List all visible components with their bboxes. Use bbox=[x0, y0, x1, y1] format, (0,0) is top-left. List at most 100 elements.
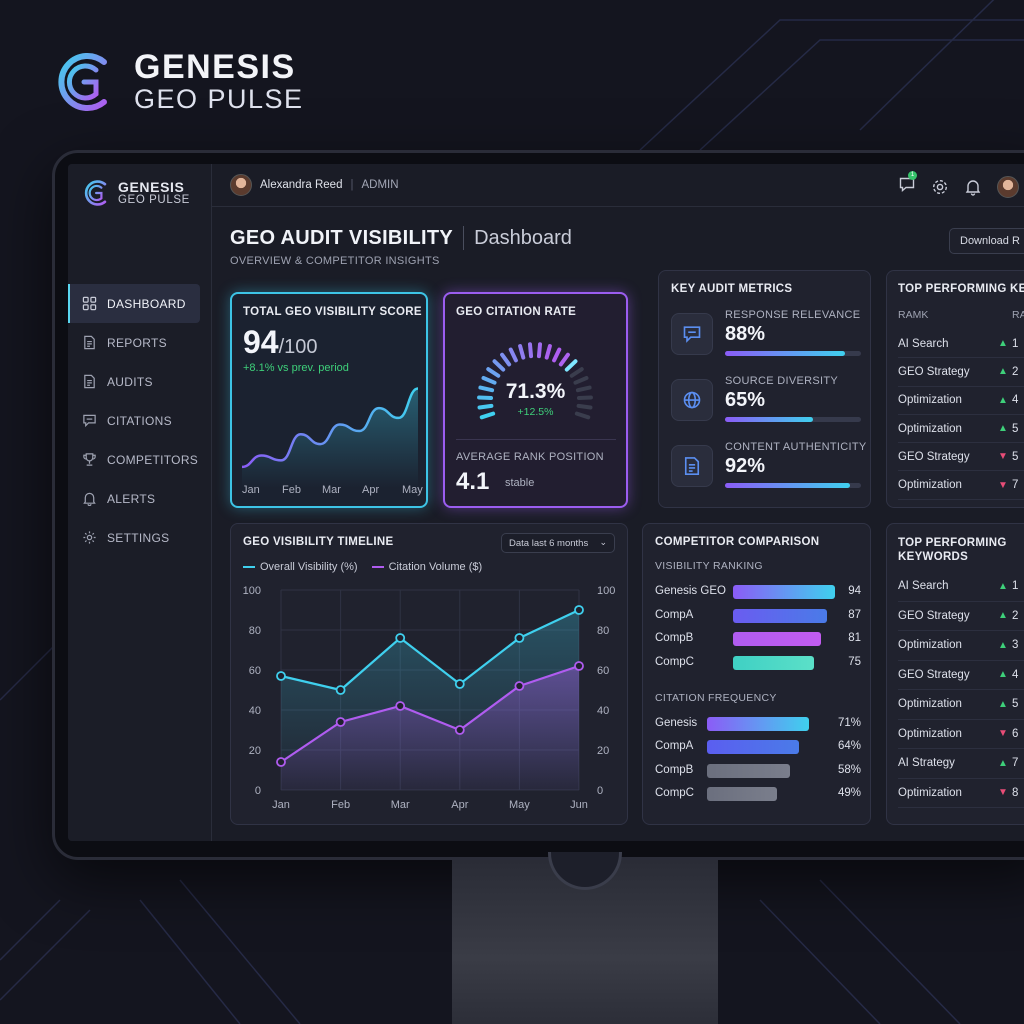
table-row[interactable]: AI Search ▲ 1 bbox=[898, 572, 1024, 602]
sidebar-item-competitors[interactable]: COMPETITORS bbox=[68, 440, 212, 479]
date-range-dropdown[interactable]: Data last 6 months ⌄ bbox=[501, 533, 615, 553]
table-row[interactable]: GEO Strategy ▲ 2 bbox=[898, 602, 1024, 631]
data-point[interactable] bbox=[574, 661, 584, 671]
rank-cell: 5 bbox=[1012, 698, 1019, 711]
globe-icon bbox=[671, 379, 713, 421]
metric-bar-fill bbox=[725, 417, 814, 422]
rank-cell: 7 bbox=[1012, 479, 1019, 492]
legend-label: Citation Volume ($) bbox=[388, 561, 483, 573]
table-row[interactable]: Optimization ▼ 6 bbox=[898, 720, 1024, 749]
metric-bar-fill bbox=[725, 351, 845, 356]
x-tick-label: Jan bbox=[272, 799, 290, 811]
document-icon bbox=[84, 335, 95, 350]
y-tick-label-right: 0 bbox=[597, 785, 603, 797]
table-row[interactable]: Optimization ▲ 5 bbox=[898, 415, 1024, 444]
data-point[interactable] bbox=[514, 633, 525, 643]
bar-row: CompA 64% bbox=[655, 739, 861, 755]
brand-subtitle: GEO PULSE bbox=[134, 84, 304, 114]
data-point[interactable] bbox=[514, 681, 525, 691]
genesis-logo-icon bbox=[84, 180, 107, 208]
data-point[interactable] bbox=[574, 605, 584, 615]
rank-cell: 4 bbox=[1012, 668, 1019, 681]
data-point[interactable] bbox=[276, 757, 286, 767]
genesis-logo-icon bbox=[58, 53, 107, 116]
bar-row: Genesis GEO 94 bbox=[655, 584, 861, 600]
y-tick-label-right: 100 bbox=[597, 585, 615, 597]
data-point[interactable] bbox=[395, 633, 406, 643]
sidebar-item-alerts[interactable]: ALERTS bbox=[68, 479, 212, 518]
bell-icon[interactable] bbox=[964, 178, 982, 196]
month-label: Mar bbox=[322, 484, 341, 496]
table-row[interactable]: GEO Strategy ▲ 2 bbox=[898, 358, 1024, 387]
arrow-down-icon: ▼ bbox=[998, 479, 1008, 491]
rank-cell: 2 bbox=[1012, 365, 1019, 378]
sidebar-item-reports[interactable]: REPORTS bbox=[68, 323, 212, 362]
data-point[interactable] bbox=[454, 679, 465, 689]
bar-row: CompB 58% bbox=[655, 763, 861, 779]
table-row[interactable]: GEO Strategy ▲ 4 bbox=[898, 661, 1024, 690]
y-tick-label-right: 20 bbox=[597, 745, 609, 757]
arrow-up-icon: ▲ bbox=[998, 757, 1008, 769]
dashboard-screen: GENESIS GEO PULSE DASHBOARD REPORTS AUDI… bbox=[68, 164, 1024, 841]
table-row[interactable]: Optimization ▲ 3 bbox=[898, 631, 1024, 661]
messages-button[interactable]: 1 bbox=[898, 171, 917, 198]
user-info[interactable]: Alexandra Reed | ADMIN bbox=[230, 174, 399, 196]
bar-label: CompB bbox=[655, 763, 694, 776]
user-role: ADMIN bbox=[361, 179, 399, 191]
bar-value: 81 bbox=[848, 632, 861, 644]
metric-bar bbox=[725, 351, 861, 356]
rank-cell: 8 bbox=[1012, 786, 1019, 799]
bar bbox=[707, 717, 809, 731]
y-tick-label: 100 bbox=[243, 585, 261, 597]
avatar[interactable] bbox=[997, 175, 1019, 198]
sidebar: GENESIS GEO PULSE DASHBOARD REPORTS AUDI… bbox=[68, 164, 212, 841]
sidebar-brand[interactable]: GENESIS GEO PULSE bbox=[82, 178, 190, 208]
arrow-up-icon: ▲ bbox=[998, 698, 1008, 710]
y-tick-label-right: 80 bbox=[597, 625, 609, 637]
sidebar-item-dashboard[interactable]: DASHBOARD bbox=[68, 284, 200, 323]
download-report-button[interactable]: Download R bbox=[949, 228, 1024, 254]
arrow-down-icon: ▼ bbox=[998, 787, 1008, 799]
sidebar-item-audits[interactable]: AUDITS bbox=[68, 362, 212, 401]
data-point[interactable] bbox=[454, 725, 465, 735]
keyword-cell: GEO Strategy bbox=[898, 365, 970, 378]
keyword-cell: AI Search bbox=[898, 337, 949, 350]
data-point[interactable] bbox=[276, 671, 286, 681]
sidebar-item-label: DASHBOARD bbox=[107, 296, 186, 311]
arrow-up-icon: ▲ bbox=[998, 669, 1008, 681]
x-tick-label: Feb bbox=[331, 799, 350, 811]
data-point[interactable] bbox=[335, 685, 346, 695]
card-title: COMPETITOR COMPARISON bbox=[655, 536, 820, 548]
card-title: GEO CITATION RATE bbox=[456, 306, 577, 318]
divider bbox=[456, 439, 616, 440]
gear-icon[interactable] bbox=[931, 178, 949, 196]
table-row[interactable]: AI Strategy ▲ 7 bbox=[898, 749, 1024, 779]
table-row[interactable]: GEO Strategy ▼ 5 bbox=[898, 443, 1024, 472]
card-title: TOTAL GEO VISIBILITY SCORE bbox=[243, 306, 422, 318]
legend-item: Overall Visibility (%) bbox=[243, 561, 358, 573]
score-denominator: /100 bbox=[278, 336, 318, 358]
gauge-tick bbox=[536, 342, 543, 359]
topbar: Alexandra Reed | ADMIN 1 bbox=[212, 164, 1024, 207]
arrow-up-icon: ▲ bbox=[998, 580, 1008, 592]
keyword-table: AI Search ▲ 1 GEO Strategy ▲ 2 Optimization ▲ 3 G… bbox=[898, 572, 1024, 808]
data-point[interactable] bbox=[335, 717, 346, 727]
table-row[interactable]: AI Search ▲ 1 bbox=[898, 330, 1024, 359]
keyword-cell: AI Search bbox=[898, 580, 949, 593]
data-point[interactable] bbox=[395, 701, 406, 711]
avatar[interactable] bbox=[230, 174, 252, 196]
table-row[interactable]: Optimization ▲ 5 bbox=[898, 690, 1024, 720]
sidebar-item-settings[interactable]: SETTINGS bbox=[68, 518, 212, 557]
table-row[interactable]: Optimization ▼ 8 bbox=[898, 779, 1024, 808]
arrow-up-icon: ▲ bbox=[998, 394, 1008, 406]
card-title: KEY AUDIT METRICS bbox=[671, 283, 793, 295]
x-tick-label: Jun bbox=[570, 799, 588, 811]
sidebar-item-citations[interactable]: CITATIONS bbox=[68, 401, 212, 440]
y-tick-label: 0 bbox=[255, 785, 261, 797]
bar bbox=[707, 763, 791, 778]
gauge-tick bbox=[569, 367, 584, 378]
table-row[interactable]: Optimization ▲ 4 bbox=[898, 387, 1024, 415]
table-row[interactable]: Optimization ▼ 7 bbox=[898, 471, 1024, 500]
keyword-cell: Optimization bbox=[898, 727, 962, 740]
month-label: Apr bbox=[362, 484, 380, 496]
